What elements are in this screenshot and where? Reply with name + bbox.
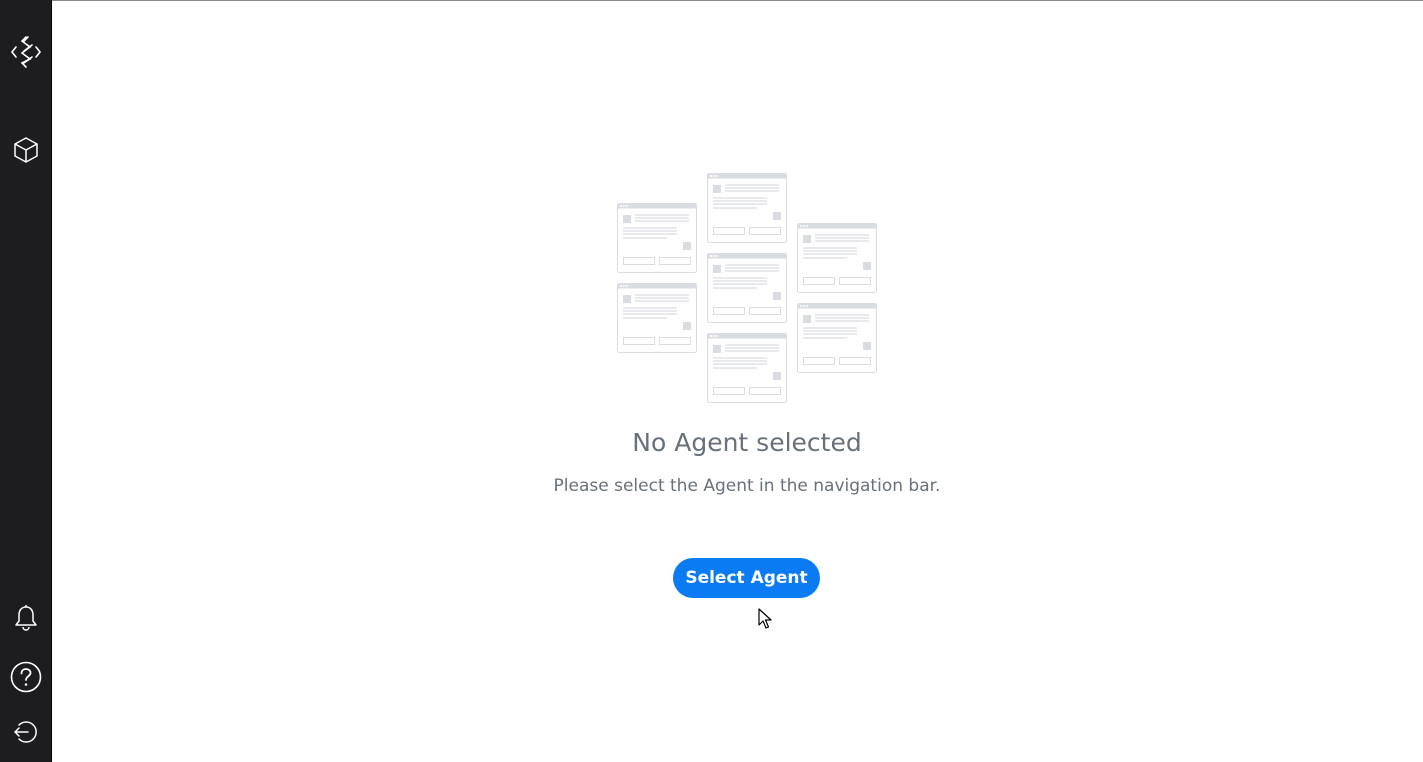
mouse-cursor-icon xyxy=(758,608,772,629)
empty-state-subtitle: Please select the Agent in the navigatio… xyxy=(553,476,941,496)
sidebar xyxy=(0,0,52,762)
window-card-icon xyxy=(797,303,877,373)
window-card-icon xyxy=(707,173,787,243)
select-agent-button[interactable]: Select Agent xyxy=(673,558,820,598)
main-content: No Agent selected Please select the Agen… xyxy=(52,1,1423,762)
cube-icon xyxy=(14,137,38,163)
window-card-icon xyxy=(617,283,697,353)
window-card-icon xyxy=(797,223,877,293)
logo-icon xyxy=(10,36,42,68)
logo-button[interactable] xyxy=(6,32,46,72)
empty-state-illustration xyxy=(617,173,877,403)
window-card-icon xyxy=(617,203,697,273)
logout-button[interactable] xyxy=(6,712,46,752)
logout-icon xyxy=(14,721,37,743)
window-card-icon xyxy=(707,333,787,403)
empty-state-title: No Agent selected xyxy=(632,428,862,457)
help-icon xyxy=(10,661,42,693)
help-button[interactable] xyxy=(6,657,46,697)
notifications-button[interactable] xyxy=(6,598,46,638)
cube-nav-button[interactable] xyxy=(6,130,46,170)
bell-icon xyxy=(15,605,37,631)
window-card-icon xyxy=(707,253,787,323)
